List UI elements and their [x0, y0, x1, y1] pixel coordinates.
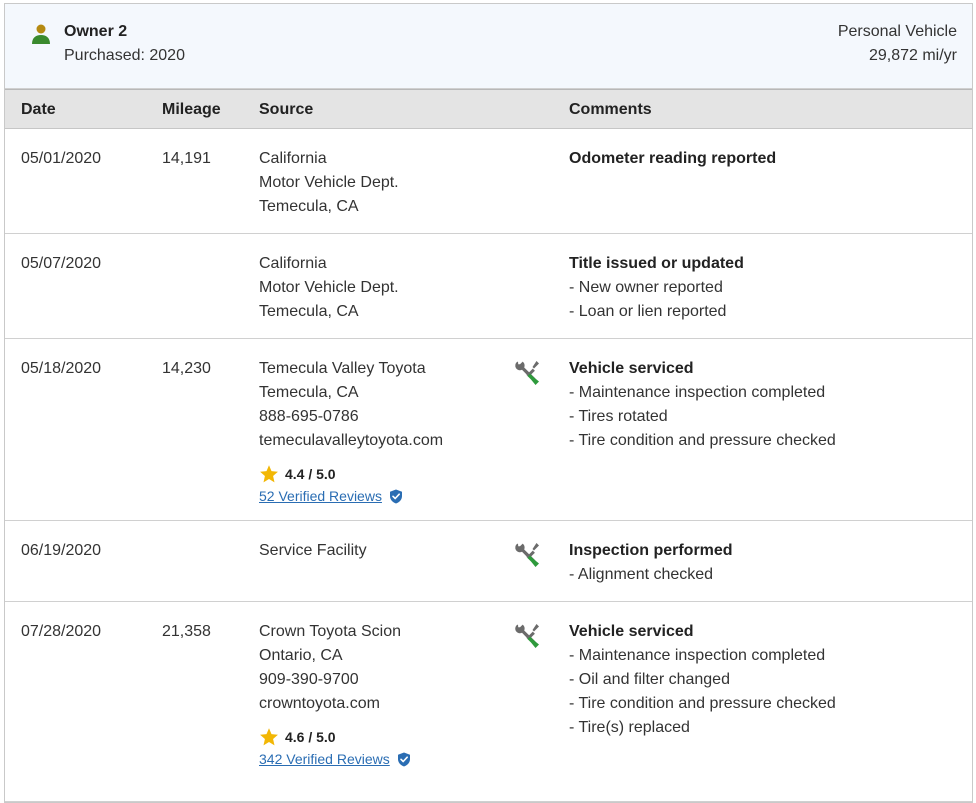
source-line: Temecula, CA — [259, 303, 359, 320]
verified-shield-icon — [397, 752, 410, 766]
row-comments: Inspection performed - Alignment checked — [569, 539, 733, 587]
verified-shield-icon — [389, 489, 402, 503]
source-line: Temecula, CA — [259, 198, 359, 215]
comment-title: Odometer reading reported — [569, 150, 777, 167]
comment-item: - Oil and filter changed — [569, 671, 730, 688]
header-date: Date — [21, 101, 56, 118]
source-line: Motor Vehicle Dept. — [259, 174, 399, 191]
comment-title: Vehicle serviced — [569, 360, 694, 377]
wrench-screwdriver-icon — [515, 361, 539, 385]
comment-item: - New owner reported — [569, 279, 723, 296]
header-mileage: Mileage — [162, 101, 221, 118]
vehicle-type: Personal Vehicle — [837, 23, 957, 40]
table-header: Date Mileage Source Comments — [5, 89, 972, 129]
row-date: 05/07/2020 — [21, 255, 102, 272]
comment-item: - Alignment checked — [569, 566, 714, 583]
comment-item: - Tire condition and pressure checked — [569, 695, 836, 712]
rating: 4.6 / 5.0 — [259, 726, 411, 748]
source-line: 909-390-9700 — [259, 671, 359, 688]
source-line: Temecula Valley Toyota — [259, 360, 426, 377]
rating-value: 4.4 / 5.0 — [285, 466, 336, 482]
comment-item: - Tire condition and pressure checked — [569, 432, 836, 449]
row-comments: Vehicle serviced - Maintenance inspectio… — [569, 620, 836, 740]
source-line: Service Facility — [259, 542, 367, 559]
source-line: crowntoyota.com — [259, 695, 380, 712]
comment-item: - Tires rotated — [569, 408, 668, 425]
row-source: California Motor Vehicle Dept. Temecula,… — [259, 252, 399, 324]
person-icon — [32, 24, 50, 44]
wrench-screwdriver-icon — [515, 543, 539, 567]
rating: 4.4 / 5.0 — [259, 463, 443, 485]
source-line: Crown Toyota Scion — [259, 623, 401, 640]
table-row: 05/01/2020 14,191 California Motor Vehic… — [5, 129, 972, 234]
comment-item: - Loan or lien reported — [569, 303, 727, 320]
comment-item: - Maintenance inspection completed — [569, 384, 826, 401]
row-source: Crown Toyota Scion Ontario, CA 909-390-9… — [259, 620, 411, 770]
verified-reviews-link[interactable]: 342 Verified Reviews — [259, 748, 390, 770]
source-line: Temecula, CA — [259, 384, 359, 401]
row-mileage: 21,358 — [162, 623, 211, 640]
table-row: 05/07/2020 California Motor Vehicle Dept… — [5, 234, 972, 339]
vehicle-history-panel: Owner 2 Purchased: 2020 Personal Vehicle… — [4, 3, 973, 803]
row-date: 05/18/2020 — [21, 360, 102, 377]
reviews: 342 Verified Reviews — [259, 748, 411, 770]
comment-title: Inspection performed — [569, 542, 733, 559]
rating-value: 4.6 / 5.0 — [285, 729, 336, 745]
reviews: 52 Verified Reviews — [259, 485, 443, 507]
row-mileage: 14,191 — [162, 150, 211, 167]
row-source: Temecula Valley Toyota Temecula, CA 888-… — [259, 357, 443, 507]
source-line: temeculavalleytoyota.com — [259, 432, 444, 449]
row-source: Service Facility — [259, 539, 367, 563]
table-row: 06/19/2020 Service Facility Inspection p… — [5, 521, 972, 602]
row-comments: Title issued or updated - New owner repo… — [569, 252, 744, 324]
row-mileage: 14,230 — [162, 360, 211, 377]
row-comments: Vehicle serviced - Maintenance inspectio… — [569, 357, 836, 453]
header-comments: Comments — [569, 101, 652, 118]
table-row: 05/18/2020 14,230 Temecula Valley Toyota… — [5, 339, 972, 521]
source-line: California — [259, 150, 327, 167]
star-icon — [260, 728, 278, 746]
row-date: 05/01/2020 — [21, 150, 102, 167]
owner-name: Owner 2 — [64, 23, 128, 40]
comment-title: Title issued or updated — [569, 255, 744, 272]
source-line: Motor Vehicle Dept. — [259, 279, 399, 296]
comment-item: - Tire(s) replaced — [569, 719, 690, 736]
row-source: California Motor Vehicle Dept. Temecula,… — [259, 147, 399, 219]
row-date: 06/19/2020 — [21, 542, 102, 559]
table-row: 07/28/2020 21,358 Crown Toyota Scion Ont… — [5, 602, 972, 802]
comment-item: - Maintenance inspection completed — [569, 647, 826, 664]
owner-purchased: Purchased: 2020 — [64, 47, 185, 64]
source-line: California — [259, 255, 327, 272]
header-source: Source — [259, 101, 314, 118]
source-line: 888-695-0786 — [259, 408, 359, 425]
wrench-screwdriver-icon — [515, 624, 539, 648]
owner-header: Owner 2 Purchased: 2020 Personal Vehicle… — [5, 4, 972, 89]
row-date: 07/28/2020 — [21, 623, 102, 640]
row-comments: Odometer reading reported — [569, 147, 776, 171]
comment-title: Vehicle serviced — [569, 623, 694, 640]
star-icon — [260, 465, 278, 483]
verified-reviews-link[interactable]: 52 Verified Reviews — [259, 485, 382, 507]
source-line: Ontario, CA — [259, 647, 343, 664]
miles-per-year: 29,872 mi/yr — [868, 47, 957, 64]
